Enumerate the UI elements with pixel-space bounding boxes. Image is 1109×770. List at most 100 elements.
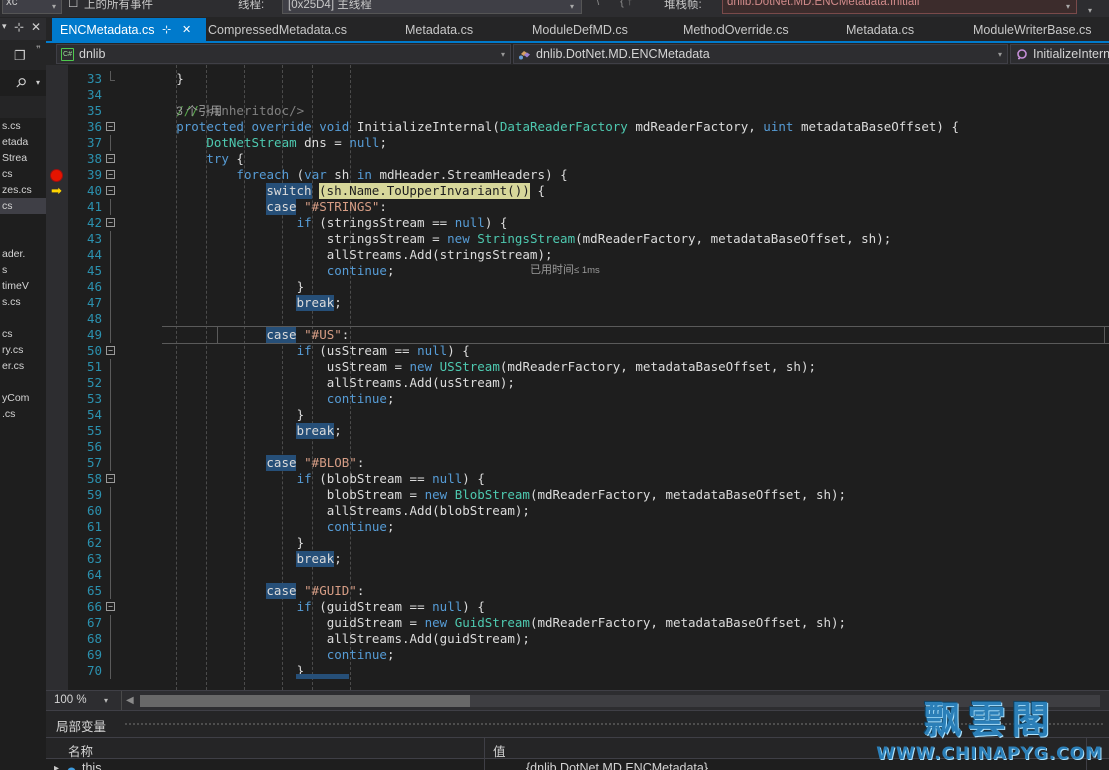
close-icon[interactable]: ✕	[31, 20, 41, 34]
code-line-text: case "#BLOB":	[267, 455, 365, 470]
code-line[interactable]: break;	[68, 423, 1109, 439]
list-item[interactable]: timeV	[0, 278, 46, 294]
column-header-name[interactable]: 名称	[68, 741, 93, 760]
zoom-level[interactable]: 100 %	[54, 694, 87, 706]
code-line[interactable]	[68, 87, 1109, 103]
partial-selection	[296, 674, 350, 679]
chevron-down-icon-2[interactable]: ▾	[570, 2, 574, 11]
editor-tab-bar: ENCMetadata.cs CompressedMetadata.cs Metad…	[46, 18, 1109, 43]
breakpoint-marker[interactable]	[50, 169, 63, 182]
pin-icon[interactable]: ⊹	[14, 20, 24, 34]
code-line[interactable]: usStream = new USStream(mdReaderFactory,…	[68, 359, 1109, 375]
list-item[interactable]: .cs	[0, 406, 46, 422]
chevron-down-icon-panel[interactable]: ▾	[2, 21, 7, 32]
codelens-reference-count[interactable]: 3 个引用	[176, 103, 1109, 119]
code-line[interactable]: switch (sh.Name.ToUpperInvariant()) {	[68, 183, 1109, 199]
list-item[interactable]: ader.	[0, 246, 46, 262]
code-line[interactable]: break;	[68, 551, 1109, 567]
code-line[interactable]: break;	[68, 295, 1109, 311]
toolbar-checkbox-events-icon[interactable]: ☐	[68, 0, 78, 10]
code-line[interactable]: continue;	[68, 647, 1109, 663]
code-line[interactable]: continue;	[68, 391, 1109, 407]
code-line[interactable]	[68, 567, 1109, 583]
list-item[interactable]: s.cs	[0, 294, 46, 310]
list-item[interactable]: er.cs	[0, 358, 46, 374]
list-item[interactable]: yCom	[0, 390, 46, 406]
chevron-down-icon-search[interactable]: ▾	[36, 78, 40, 87]
tab-Metadata-cs[interactable]: Metadata.cs	[397, 18, 481, 43]
column-header-value[interactable]: 值	[493, 741, 506, 760]
code-line[interactable]: }	[68, 407, 1109, 423]
code-line[interactable]: if (stringsStream == null) {	[68, 215, 1109, 231]
list-item[interactable]: zes.cs	[0, 182, 46, 198]
code-line[interactable]: }	[68, 71, 1109, 87]
code-line-text: }	[296, 407, 305, 422]
code-line[interactable]: }	[68, 663, 1109, 679]
code-line[interactable]: guidStream = new GuidStream(mdReaderFact…	[68, 615, 1109, 631]
code-line-text: protected override void InitializeIntern…	[176, 119, 959, 134]
tab-MethodOverride-cs[interactable]: MethodOverride.cs	[675, 18, 797, 43]
code-line[interactable]: blobStream = new BlobStream(mdReaderFact…	[68, 487, 1109, 503]
code-line[interactable]: allStreams.Add(guidStream);	[68, 631, 1109, 647]
tab-ModuleWriterBase-cs[interactable]: ModuleWriterBase.cs	[965, 18, 1100, 43]
list-item[interactable]: Strea	[0, 150, 46, 166]
nav-project-combo[interactable]: C# dnlib ▾	[56, 44, 511, 64]
local-variable-name: this	[82, 761, 102, 770]
code-line[interactable]: }	[68, 535, 1109, 551]
chevron-down-icon-3[interactable]: ▾	[1066, 2, 1070, 11]
code-text-area[interactable]: 33 } 34 35 /// <inheritdoc/> 36− protected …	[68, 65, 1109, 690]
nav-type-combo[interactable]: dnlib.DotNet.MD.ENCMetadata ▾	[513, 44, 1008, 64]
list-item[interactable]: cs	[0, 166, 46, 182]
code-line[interactable]	[68, 311, 1109, 327]
chevron-down-icon-1[interactable]: ▾	[52, 2, 56, 11]
row-expander[interactable]: ▸	[54, 763, 59, 770]
code-line[interactable]: foreach (var sh in mdHeader.StreamHeader…	[68, 167, 1109, 183]
chevron-down-icon-project[interactable]: ▾	[501, 50, 505, 59]
toolbar-separator-glyph: \	[596, 0, 600, 8]
list-item[interactable]: s.cs	[0, 118, 46, 134]
list-item[interactable]: etada	[0, 134, 46, 150]
tab-ModuleDefMD-cs[interactable]: ModuleDefMD.cs	[524, 18, 636, 43]
tab-close-icon[interactable]: ✕	[182, 18, 191, 43]
solution-explorer-file-list[interactable]: s.cs etada Strea cs zes.cs cs ader. s timeV s.cs c…	[0, 118, 46, 770]
list-item[interactable]: cs	[0, 198, 46, 214]
code-line[interactable]: DotNetStream dns = null;	[68, 135, 1109, 151]
code-line[interactable]: continue;	[68, 519, 1109, 535]
toolbar-overflow-icon[interactable]: ▾	[1088, 6, 1092, 15]
tab-Metadata-cs[interactable]: Metadata.cs	[838, 18, 922, 43]
restore-icon[interactable]: ❐	[14, 48, 26, 64]
chevron-down-icon-type[interactable]: ▾	[998, 50, 1002, 59]
breakpoint-gutter[interactable]: ➡	[46, 65, 68, 690]
elapsed-time-adornment: 已用时间≤ 1ms	[530, 261, 600, 277]
code-line[interactable]: allStreams.Add(usStream);	[68, 375, 1109, 391]
list-item[interactable]: ry.cs	[0, 342, 46, 358]
code-line[interactable]	[68, 439, 1109, 455]
list-item[interactable]: s	[0, 262, 46, 278]
table-row[interactable]: ▸ this {dnlib.DotNet.MD.ENCMetadata}	[46, 759, 1109, 770]
code-line[interactable]: if (guidStream == null) {	[68, 599, 1109, 615]
code-line[interactable]: case "#GUID":	[68, 583, 1109, 599]
code-line[interactable]: if (blobStream == null) {	[68, 471, 1109, 487]
code-line[interactable]: case "#BLOB":	[68, 455, 1109, 471]
code-line[interactable]: allStreams.Add(blobStream);	[68, 503, 1109, 519]
code-line[interactable]: if (usStream == null) {	[68, 343, 1109, 359]
horizontal-scrollbar-thumb[interactable]	[140, 695, 470, 707]
code-editor[interactable]: ➡ 33 } 34 35 /// <inheritdoc/> 36− protecte…	[46, 65, 1109, 690]
tab-CompressedMetadata-cs[interactable]: CompressedMetadata.cs	[200, 18, 355, 43]
nav-member-label: InitializeInternal(Data	[1033, 47, 1109, 61]
search-icon[interactable]: ⚲	[12, 74, 30, 92]
code-line-text: allStreams.Add(guidStream);	[326, 631, 530, 646]
nav-member-combo[interactable]: InitializeInternal(Data	[1010, 44, 1109, 64]
nav-project-label: dnlib	[79, 47, 106, 61]
tab-pin-icon[interactable]: ⊹	[162, 18, 171, 43]
code-line[interactable]: try {	[68, 151, 1109, 167]
code-line[interactable]: protected override void InitializeIntern…	[68, 119, 1109, 135]
chevron-down-icon-zoom[interactable]: ▾	[104, 696, 108, 705]
list-item[interactable]: cs	[0, 326, 46, 342]
code-line[interactable]: case "#STRINGS":	[68, 199, 1109, 215]
code-line[interactable]: stringsStream = new StringsStream(mdRead…	[68, 231, 1109, 247]
hscroll-left-arrow[interactable]: ◀	[126, 695, 134, 706]
code-line-text: }	[296, 663, 305, 678]
horizontal-scrollbar[interactable]	[140, 695, 1100, 707]
code-line[interactable]: }	[68, 279, 1109, 295]
